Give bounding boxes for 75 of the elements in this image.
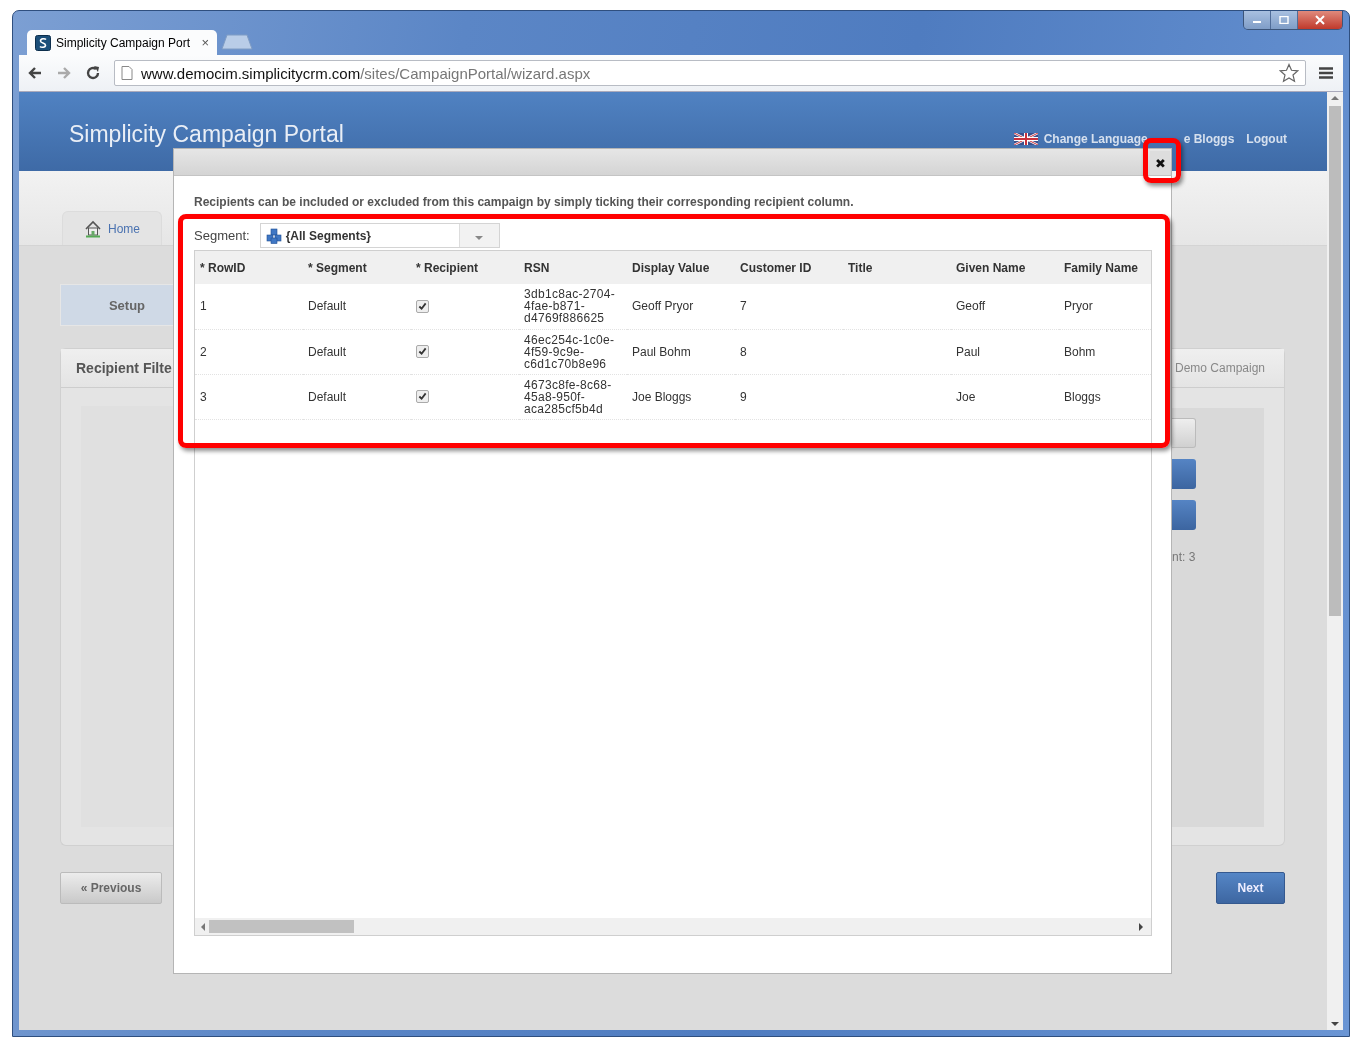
home-tab[interactable]: Home xyxy=(62,211,162,245)
table-cell: Paul Bohm xyxy=(632,344,691,359)
maximize-button[interactable] xyxy=(1271,11,1298,29)
previous-button[interactable]: « Previous xyxy=(60,872,162,904)
star-icon[interactable] xyxy=(1279,63,1299,83)
scroll-left-icon[interactable] xyxy=(201,922,205,931)
step-tab[interactable]: Setup xyxy=(60,284,173,326)
url-text: www.democim.simplicitycrm.com/sites/CampaignPortal/wizard.aspx xyxy=(141,64,592,82)
table-cell: Bloggs xyxy=(1064,389,1101,404)
page-icon xyxy=(121,66,133,80)
table-cell: 3 xyxy=(200,389,207,404)
window-controls[interactable] xyxy=(1243,11,1343,30)
scroll-up-icon[interactable] xyxy=(1331,96,1339,100)
column-header[interactable]: RSN xyxy=(519,251,627,284)
panel-title: Demo Campaign xyxy=(1174,361,1266,375)
table-cell-text: 3db1c8ac-2704-4fae-b871-d4769f886625 xyxy=(524,288,616,325)
checkbox[interactable] xyxy=(416,299,429,313)
close-tab-button[interactable]: × xyxy=(201,35,209,50)
table-cell: 9 xyxy=(740,389,747,404)
segment-label: Segment: xyxy=(194,228,250,243)
column-header[interactable]: Customer ID xyxy=(735,251,843,284)
back-icon[interactable] xyxy=(27,65,43,81)
logout-link[interactable]: Logout xyxy=(1246,132,1287,146)
house-icon xyxy=(84,219,102,238)
checkbox[interactable] xyxy=(416,390,429,403)
table-cell: Geoff xyxy=(956,299,986,314)
table-cell: Default xyxy=(308,389,347,404)
portal-title: Simplicity Campaign Portal xyxy=(69,121,344,148)
table-cell: Joe xyxy=(956,389,976,404)
scroll-right-icon[interactable] xyxy=(1139,922,1143,931)
minimize-button[interactable] xyxy=(1244,11,1271,29)
table-cell-text: 4673c8fe-8c68-45a8-950f-aca285cf5b4d xyxy=(524,378,613,415)
table-cell: 1 xyxy=(200,299,207,314)
horizontal-scrollbar[interactable] xyxy=(195,918,1151,935)
instruction-text: Recipients can be included or excluded from this campaign by simply ticking their corresponding recipient column. xyxy=(194,195,855,209)
maximize-icon xyxy=(1279,16,1289,24)
column-header[interactable]: * Recipient xyxy=(411,251,519,284)
column-header[interactable]: Family Name xyxy=(1059,251,1151,284)
menu-icon[interactable] xyxy=(1319,67,1333,79)
next-button[interactable]: Next xyxy=(1216,872,1285,904)
scroll-down-icon[interactable] xyxy=(1331,1022,1339,1026)
column-header[interactable]: * Segment xyxy=(303,251,411,284)
column-header[interactable]: * RowID xyxy=(195,251,303,284)
dropdown-arrow-icon xyxy=(475,235,484,240)
table-cell: Default xyxy=(308,344,347,359)
browser-tab[interactable]: Simplicity Campaign Port × xyxy=(27,30,217,55)
table-cell: 2 xyxy=(200,344,207,359)
table-cell: 7 xyxy=(740,299,747,314)
logo-icon xyxy=(35,34,51,51)
segment-dropdown[interactable]: {All Segments} xyxy=(259,223,500,248)
table-cell: Joe Bloggs xyxy=(632,389,692,404)
reload-icon[interactable] xyxy=(85,65,101,81)
table-cell: Bohm xyxy=(1064,344,1096,359)
cubes-icon xyxy=(265,227,282,244)
change-language-link[interactable]: Change Language xyxy=(1043,132,1148,146)
user-name-link[interactable]: e Bloggs xyxy=(1183,132,1235,146)
close-window-button[interactable] xyxy=(1298,11,1342,29)
table-cell: 8 xyxy=(740,344,747,359)
vertical-scrollbar[interactable] xyxy=(1327,92,1343,1030)
column-header[interactable]: Title xyxy=(843,251,951,284)
column-header[interactable]: Display Value xyxy=(627,251,735,284)
table-cell: Paul xyxy=(956,344,981,359)
column-header[interactable]: Given Name xyxy=(951,251,1059,284)
table-cell: Pryor xyxy=(1064,299,1093,314)
table-cell: Default xyxy=(308,299,347,314)
count-text: nt: 3 xyxy=(1172,550,1196,564)
close-icon xyxy=(1314,15,1326,25)
flag-icon xyxy=(1013,133,1038,145)
table-cell: Geoff Pryor xyxy=(632,299,694,314)
close-button[interactable]: ✖ xyxy=(1150,151,1170,175)
table-cell-text: 46ec254c-1c0e-4f59-9c9e-c6d1c70b8e96 xyxy=(524,333,616,370)
address-bar[interactable]: www.democim.simplicitycrm.com/sites/CampaignPortal/wizard.aspx xyxy=(114,60,1306,86)
panel-title: Recipient Filte xyxy=(76,360,172,376)
checkbox[interactable] xyxy=(416,345,429,358)
tab-title: Simplicity Campaign Port xyxy=(56,35,192,50)
